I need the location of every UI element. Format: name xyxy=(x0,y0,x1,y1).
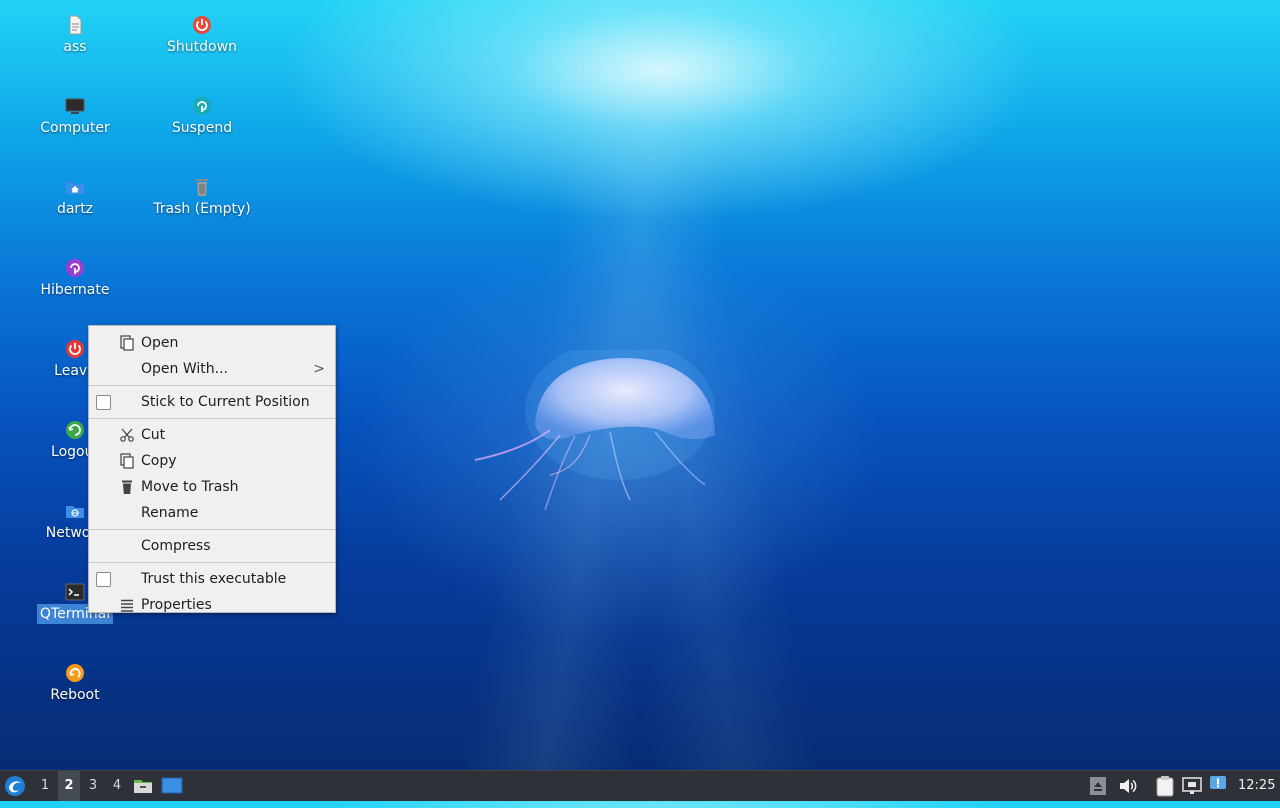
trash-icon xyxy=(196,179,208,196)
menu-item-copy[interactable]: Copy xyxy=(89,448,335,474)
power-icon xyxy=(193,16,211,34)
network-icon xyxy=(1182,777,1202,794)
lxqt-logo-icon xyxy=(5,776,25,796)
network-button[interactable] xyxy=(1182,771,1204,801)
suspend-icon xyxy=(193,97,211,115)
copy-icon xyxy=(120,453,134,469)
chevron-right-icon: > xyxy=(313,361,325,377)
menu-separator xyxy=(89,385,335,386)
desktop-icon-ass[interactable]: ass xyxy=(15,15,135,57)
desktop-icon-label: Hibernate xyxy=(40,282,110,298)
desktop-icon-label: Trash (Empty) xyxy=(153,201,251,217)
menu-item-trust-executable[interactable]: Trust this executable xyxy=(89,566,335,592)
trust-executable-checkbox[interactable] xyxy=(96,572,111,587)
desktop-icon-label: Suspend xyxy=(171,120,233,136)
hibernate-icon xyxy=(66,259,84,277)
show-desktop-button[interactable] xyxy=(161,771,185,801)
menu-item-label: Copy xyxy=(141,453,177,469)
menu-item-label: Cut xyxy=(141,427,166,443)
clipboard-button[interactable] xyxy=(1155,771,1177,801)
menu-item-open-with[interactable]: Open With... > xyxy=(89,356,335,382)
open-icon xyxy=(120,335,134,351)
desktop-icon-label: dartz xyxy=(56,201,94,217)
menu-separator xyxy=(89,418,335,419)
desktop-icon-shutdown[interactable]: Shutdown xyxy=(142,15,262,57)
scissors-icon xyxy=(120,428,134,442)
menu-item-label: Open With... xyxy=(141,361,228,377)
workspace-3[interactable]: 3 xyxy=(82,771,104,801)
file-manager-launcher[interactable] xyxy=(133,771,155,801)
workspace-4[interactable]: 4 xyxy=(106,771,128,801)
notification-button[interactable] xyxy=(1209,771,1229,801)
reboot-icon xyxy=(66,664,84,682)
desktop-icon-hibernate[interactable]: Hibernate xyxy=(15,258,135,300)
workspace-2[interactable]: 2 xyxy=(58,771,80,801)
menu-item-label: Move to Trash xyxy=(141,479,239,495)
menu-item-label: Compress xyxy=(141,538,211,554)
terminal-icon xyxy=(65,583,85,601)
desktop-icon-computer[interactable]: Computer xyxy=(15,96,135,138)
show-desktop-icon xyxy=(161,777,183,794)
menu-item-label: Open xyxy=(141,335,179,351)
properties-icon xyxy=(121,599,133,612)
menu-item-label: Rename xyxy=(141,505,199,521)
context-menu: Open Open With... > Stick to Current Pos… xyxy=(88,325,336,613)
eject-icon xyxy=(1090,777,1106,795)
desktop-icon-label: Computer xyxy=(40,120,110,136)
network-folder-icon xyxy=(66,506,84,518)
leave-icon xyxy=(66,340,84,358)
volume-icon xyxy=(1120,779,1137,793)
clipboard-icon xyxy=(1156,776,1174,797)
menu-separator xyxy=(89,529,335,530)
desktop-icon-trash[interactable]: Trash (Empty) xyxy=(142,177,262,219)
menu-item-label: Properties xyxy=(141,597,212,613)
clock[interactable]: 12:25 xyxy=(1238,771,1278,801)
menu-separator xyxy=(89,562,335,563)
notification-icon xyxy=(1210,776,1226,789)
desktop-icon-label: Reboot xyxy=(50,687,100,703)
eject-button[interactable] xyxy=(1090,771,1110,801)
menu-item-label: Stick to Current Position xyxy=(141,394,310,410)
desktop-icon-reboot[interactable]: Reboot xyxy=(15,663,135,705)
menu-item-rename[interactable]: Rename xyxy=(89,500,335,526)
trash-icon xyxy=(122,480,132,494)
desktop-icon-dartz[interactable]: dartz xyxy=(15,177,135,219)
menu-item-move-to-trash[interactable]: Move to Trash xyxy=(89,474,335,500)
computer-icon xyxy=(65,98,85,114)
file-manager-icon xyxy=(134,780,152,793)
jellyfish-wallpaper-image xyxy=(474,350,715,511)
start-menu-button[interactable] xyxy=(4,771,28,801)
menu-item-stick-to-position[interactable]: Stick to Current Position xyxy=(89,389,335,415)
menu-item-cut[interactable]: Cut xyxy=(89,422,335,448)
desktop-icon-label: ass xyxy=(63,39,87,55)
volume-button[interactable] xyxy=(1118,771,1140,801)
workspace-1[interactable]: 1 xyxy=(34,771,56,801)
desktop-icon-label: Shutdown xyxy=(167,39,237,55)
logout-icon xyxy=(66,421,84,439)
taskbar: 1 2 3 4 12:25 xyxy=(0,770,1280,801)
desktop-icon-suspend[interactable]: Suspend xyxy=(142,96,262,138)
menu-item-properties[interactable]: Properties xyxy=(89,592,335,618)
menu-item-open[interactable]: Open xyxy=(89,330,335,356)
menu-item-label: Trust this executable xyxy=(141,571,287,587)
home-folder-icon xyxy=(66,182,84,194)
menu-item-compress[interactable]: Compress xyxy=(89,533,335,559)
text-file-icon xyxy=(69,15,82,35)
stick-position-checkbox[interactable] xyxy=(96,395,111,410)
